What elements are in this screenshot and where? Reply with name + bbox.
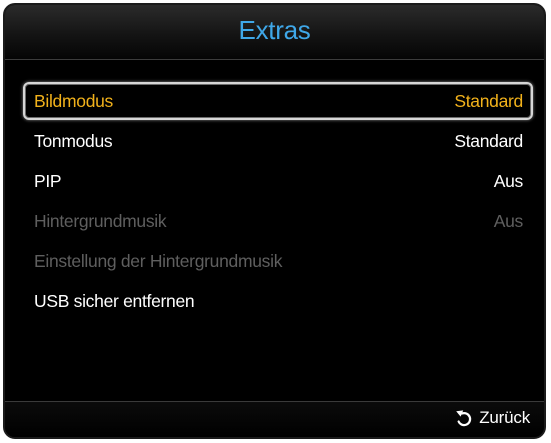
menu-item-label: Hintergrundmusik — [34, 210, 167, 231]
menu-item-value: Standard — [454, 90, 523, 111]
extras-menu-panel: Extras Bildmodus Standard Tonmodus Stand… — [3, 3, 546, 439]
back-button[interactable]: Zurück — [454, 408, 530, 428]
menu-item-label: Bildmodus — [34, 90, 114, 111]
back-label: Zurück — [479, 408, 530, 427]
menu-item-value: Standard — [454, 130, 523, 151]
menu-item-label: Tonmodus — [34, 130, 113, 151]
extras-menu-list: Bildmodus Standard Tonmodus Standard PIP… — [23, 82, 533, 322]
menu-item-usb-sicher-entfernen[interactable]: USB sicher entfernen — [23, 282, 533, 320]
menu-item-einstellung-hintergrundmusik: Einstellung der Hintergrundmusik — [23, 242, 533, 280]
menu-item-bildmodus[interactable]: Bildmodus Standard — [23, 82, 533, 120]
menu-item-value: Aus — [493, 210, 524, 231]
return-arrow-icon — [456, 410, 472, 427]
menu-item-pip[interactable]: PIP Aus — [23, 162, 533, 200]
menu-item-value: Aus — [493, 170, 524, 191]
menu-item-label: Einstellung der Hintergrundmusik — [34, 250, 283, 271]
menu-item-tonmodus[interactable]: Tonmodus Standard — [23, 122, 533, 160]
page-title: Extras — [238, 15, 311, 45]
title-bar: Extras — [5, 5, 544, 60]
menu-item-label: USB sicher entfernen — [34, 290, 195, 311]
footer-bar: Zurück — [5, 401, 544, 437]
menu-item-hintergrundmusik: Hintergrundmusik Aus — [23, 202, 533, 240]
menu-item-label: PIP — [34, 170, 62, 191]
